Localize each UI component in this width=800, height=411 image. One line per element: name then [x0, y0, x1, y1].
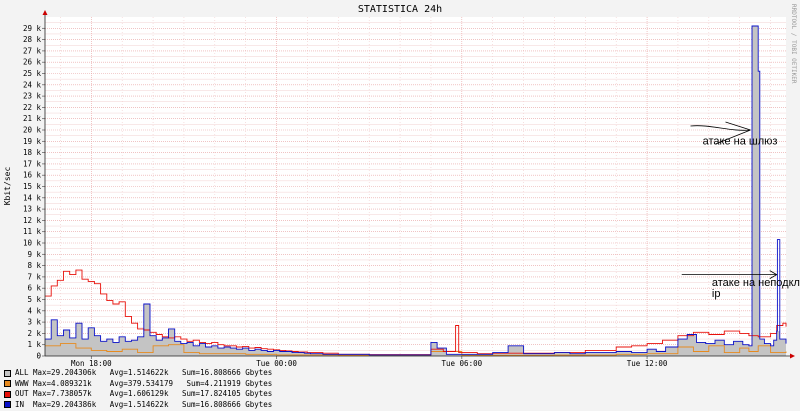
y-tick-label: 18 k: [23, 148, 42, 157]
legend-item-all: ALL Max=29.204306k Avg=1.514622k Sum=16.…: [4, 368, 272, 379]
traffic-chart: 0 1 k 2 k 3 k 4 k 5 k 6 k 7 k 8 k 9 k 10 k 11 k 12 k…: [3, 4, 800, 368]
y-tick-label: 8 k: [27, 261, 41, 270]
legend-swatch-www: [4, 380, 11, 388]
y-tick-label: 15 k: [23, 182, 42, 191]
y-tick-label: 11 k: [23, 227, 42, 236]
vendor-watermark: RRDTOOL / TOBI OETIKER: [790, 4, 797, 84]
y-tick-label: 6 k: [27, 284, 41, 293]
y-tick-label: 5 k: [27, 295, 41, 304]
legend-stats-out: Max=7.738057k Avg=1.606129k Sum=17.82410…: [33, 389, 273, 398]
y-tick-label: 14 k: [23, 193, 42, 202]
y-tick-label: 10 k: [23, 239, 42, 248]
legend-item-out: OUT Max=7.738057k Avg=1.606129k Sum=17.8…: [4, 389, 272, 400]
y-axis-arrow: [42, 10, 48, 15]
y-tick-label: 12 k: [23, 216, 42, 225]
y-tick-label: 27 k: [23, 46, 42, 55]
x-tick-label: Mon 18:00: [71, 359, 112, 368]
x-tick-label: Tue 06:00: [441, 359, 482, 368]
y-tick-label: 24 k: [23, 80, 42, 89]
legend-stats-www: Max=4.089321k Avg=379.534179 Sum=4.21191…: [33, 378, 273, 388]
legend-name-www: WWW: [15, 378, 29, 388]
y-tick-label: 19 k: [23, 137, 42, 146]
y-tick-label: 21 k: [23, 114, 42, 123]
legend-name-all: ALL: [15, 368, 29, 377]
y-tick-label: 13 k: [23, 205, 42, 214]
y-tick-label: 23 k: [23, 92, 42, 101]
legend-item-in: IN Max=29.204386k Avg=1.514622k Sum=16.8…: [4, 400, 272, 411]
chart-title: STATISTICA 24h: [358, 4, 442, 15]
legend-name-out: OUT: [15, 389, 29, 398]
legend-stats-in: Max=29.204386k Avg=1.514622k Sum=16.8086…: [33, 399, 273, 409]
legend-swatch-in: [4, 401, 11, 409]
y-tick-label: 25 k: [23, 69, 42, 78]
legend-name-in: IN: [15, 399, 25, 409]
annotation-text-2: ip: [712, 288, 721, 300]
y-tick-label: 22 k: [23, 103, 42, 112]
y-tick-label: 3 k: [27, 318, 41, 327]
y-tick-label: 0: [36, 352, 41, 361]
annotation-text-0: атаке на шлюз: [703, 136, 778, 148]
y-tick-label: 28 k: [23, 35, 42, 44]
y-tick-label: 9 k: [27, 250, 41, 259]
x-tick-label: Tue 00:00: [256, 359, 297, 368]
y-tick-label: 7 k: [27, 272, 41, 281]
legend-item-www: WWW Max=4.089321k Avg=379.534179 Sum=4.2…: [4, 379, 272, 390]
x-axis-arrow: [790, 353, 795, 359]
annotation-text-1: атаке на неподключенный: [712, 277, 800, 289]
legend-swatch-all: [4, 369, 11, 377]
x-tick-label: Tue 12:00: [627, 359, 668, 368]
y-tick-label: 20 k: [23, 126, 42, 135]
y-tick-label: 16 k: [23, 171, 42, 180]
y-tick-label: 29 k: [23, 24, 42, 33]
y-tick-label: 4 k: [27, 306, 41, 315]
legend: ALL Max=29.204306k Avg=1.514622k Sum=16.…: [4, 368, 272, 410]
legend-swatch-out: [4, 390, 11, 398]
y-tick-label: 2 k: [27, 329, 41, 338]
y-tick-label: 1 k: [27, 340, 41, 349]
y-tick-label: 17 k: [23, 159, 42, 168]
y-tick-label: 26 k: [23, 58, 42, 67]
legend-stats-all: Max=29.204306k Avg=1.514622k Sum=16.8086…: [33, 368, 273, 377]
y-axis-label: Kbit/sec: [3, 167, 12, 206]
